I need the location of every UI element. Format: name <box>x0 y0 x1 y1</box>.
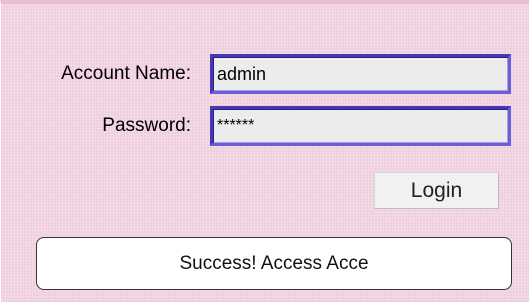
login-panel: Account Name: Password: Login Success! A… <box>0 0 529 302</box>
status-message: Success! Access Acce <box>179 253 369 274</box>
account-name-label: Account Name: <box>61 63 191 84</box>
password-label: Password: <box>102 115 191 136</box>
login-button[interactable]: Login <box>374 172 499 209</box>
password-field[interactable] <box>210 106 511 146</box>
account-name-field[interactable] <box>210 54 511 94</box>
status-message-box: Success! Access Acce <box>36 237 512 290</box>
